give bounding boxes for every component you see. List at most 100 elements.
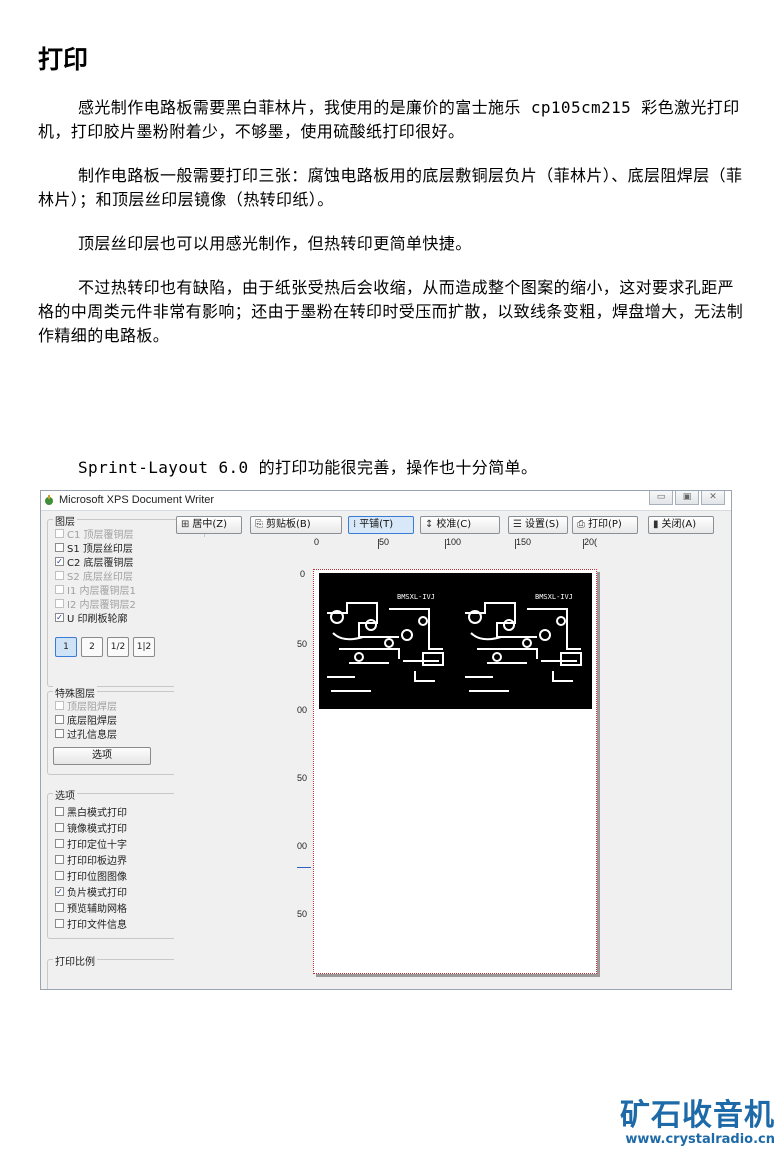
option-row-negative[interactable]: ✓ 负片模式打印 [55,885,127,899]
option-row-bw[interactable]: 黑白模式打印 [55,805,127,819]
ruler-top-line-200 [583,539,584,549]
special-checkbox-via-info[interactable] [55,728,64,738]
layer-row-u[interactable]: ✓ U 印刷板轮廓 [55,611,128,625]
calibrate-label: 校准(C) [436,519,472,530]
view-button-2[interactable]: 2 [81,637,103,657]
option-row-border[interactable]: 打印印板边界 [55,853,127,867]
special-row-bottom-mask[interactable]: 底层阻焊层 [55,713,117,727]
ruler-left-150: 50 [297,773,308,783]
layer-checkbox-i1[interactable] [55,584,64,594]
layer-label-u: U 印刷板轮廓 [67,613,128,625]
minimize-button[interactable]: ▭ [649,491,673,505]
maximize-button[interactable]: ▣ [675,491,699,505]
scale-group-label: 打印比例 [53,953,97,968]
calibrate-icon: ↕ [425,519,434,530]
door-icon: ▮ [653,519,659,530]
ruler-left-50: 50 [297,639,308,649]
layer-checkbox-c2[interactable]: ✓ [55,556,64,566]
view-button-1[interactable]: 1 [55,637,77,657]
tile-button[interactable]: ⁞ 平铺(T) [348,516,414,534]
calibrate-button[interactable]: ↕ 校准(C) [420,516,500,534]
close-button[interactable]: ✕ [701,491,725,505]
ruler-top-50: 50 [379,537,390,547]
paragraph-5: Sprint-Layout 6.0 的打印功能很完善，操作也十分简单。 [38,456,750,480]
layer-label-i1: I1 内层覆铜层1 [67,585,136,597]
ruler-top-line-100 [445,539,446,549]
layer-label-i2: I2 内层覆铜层2 [67,599,136,611]
option-checkbox-negative[interactable]: ✓ [55,886,64,896]
print-button[interactable]: ⎙ 打印(P) [572,516,638,534]
ruler-left-200: 00 [297,841,308,851]
option-label-crosshair: 打印定位十字 [67,839,127,851]
ruler-top-0: 0 [314,537,320,547]
paragraph-1: 感光制作电路板需要黑白菲林片，我使用的是廉价的富士施乐 cp105cm215 彩… [38,96,750,144]
options-group-label: 选项 [53,787,77,802]
paragraph-4-text: 不过热转印也有缺陷，由于纸张受热后会收缩，从而造成整个图案的缩小，这对要求孔距严… [38,278,744,345]
layer-row-c1[interactable]: C1 顶层覆铜层 [55,527,134,541]
paragraph-2-text: 制作电路板一般需要打印三张：腐蚀电路板用的底层敷铜层负片（菲林片）、底层阻焊层（… [38,166,743,209]
center-button[interactable]: ⊞ 居中(Z) [176,516,242,534]
options-button[interactable]: 选项 [53,747,151,765]
layer-checkbox-i2[interactable] [55,598,64,608]
layer-label-c1: C1 顶层覆铜层 [67,529,134,541]
option-row-crosshair[interactable]: 打印定位十字 [55,837,127,851]
view-button-1-beside-2[interactable]: 1|2 [133,637,155,657]
pcb-negative-image: BMSXL-IVJ BMSXL-IVJ [319,573,592,709]
option-checkbox-mirror[interactable] [55,822,64,832]
layer-checkbox-u[interactable]: ✓ [55,612,64,622]
option-label-grid: 预览辅助网格 [67,903,127,915]
layer-row-i1[interactable]: I1 内层覆铜层1 [55,583,136,597]
app-icon [45,495,53,505]
option-checkbox-fileinfo[interactable] [55,918,64,928]
option-row-bitmap[interactable]: 打印位图图像 [55,869,127,883]
layer-checkbox-c1[interactable] [55,528,64,538]
option-checkbox-bitmap[interactable] [55,870,64,880]
option-label-border: 打印印板边界 [67,855,127,867]
ruler-top-100: 100 [446,537,462,547]
option-checkbox-border[interactable] [55,854,64,864]
ruler-top-line-150 [515,539,516,549]
paragraph-2: 制作电路板一般需要打印三张：腐蚀电路板用的底层敷铜层负片（菲林片）、底层阻焊层（… [38,164,750,212]
settings-icon: ☰ [513,519,522,530]
printer-icon: ⎙ [577,519,585,530]
clipboard-label: 剪贴板(B) [266,519,311,530]
settings-label: 设置(S) [524,519,560,530]
layer-row-i2[interactable]: I2 内层覆铜层2 [55,597,136,611]
special-row-via-info[interactable]: 过孔信息层 [55,727,117,741]
option-row-grid[interactable]: 预览辅助网格 [55,901,127,915]
settings-button[interactable]: ☰ 设置(S) [508,516,568,534]
paragraph-3: 顶层丝印层也可以用感光制作，但热转印更简单快捷。 [38,232,750,256]
special-checkbox-top-mask[interactable] [55,700,64,710]
close-dialog-button[interactable]: ▮ 关闭(A) [648,516,714,534]
clipboard-button[interactable]: ⎘ 剪贴板(B) [250,516,342,534]
option-checkbox-grid[interactable] [55,902,64,912]
layer-row-s1[interactable]: S1 顶层丝印层 [55,541,133,555]
layer-checkbox-s1[interactable] [55,542,64,552]
option-label-negative: 负片模式打印 [67,887,127,899]
option-label-mirror: 镜像模式打印 [67,823,127,835]
paragraph-5-text: Sprint-Layout 6.0 的打印功能很完善，操作也十分简单。 [78,458,538,477]
board-label-2: BMSXL-IVJ [535,593,573,601]
option-row-mirror[interactable]: 镜像模式打印 [55,821,127,835]
layer-label-c2: C2 底层覆铜层 [67,557,134,569]
ruler-left-cursor [297,867,311,868]
layer-row-s2[interactable]: S2 底层丝印层 [55,569,133,583]
view-button-1-over-2[interactable]: 1/2 [107,637,129,657]
close-dialog-label: 关闭(A) [661,519,697,530]
option-row-fileinfo[interactable]: 打印文件信息 [55,917,127,931]
option-checkbox-bw[interactable] [55,806,64,816]
site-logo: 矿石收音机 www.crystalradio.cn [620,1090,775,1147]
layer-row-c2[interactable]: ✓ C2 底层覆铜层 [55,555,134,569]
special-checkbox-bottom-mask[interactable] [55,714,64,724]
layer-checkbox-s2[interactable] [55,570,64,580]
logo-url: www.crystalradio.cn [625,1132,775,1147]
option-checkbox-crosshair[interactable] [55,838,64,848]
special-row-top-mask[interactable]: 顶层阻焊层 [55,699,117,713]
paragraph-3-text: 顶层丝印层也可以用感光制作，但热转印更简单快捷。 [78,234,472,253]
window-titlebar: Microsoft XPS Document Writer ▭ ▣ ✕ [41,491,731,511]
option-label-bitmap: 打印位图图像 [67,871,127,883]
tile-icon: ⁞ [353,519,357,530]
window-title: Microsoft XPS Document Writer [59,494,215,506]
print-page: BMSXL-IVJ BMSXL-IVJ [313,569,597,974]
special-label-bottom-mask: 底层阻焊层 [67,715,117,727]
